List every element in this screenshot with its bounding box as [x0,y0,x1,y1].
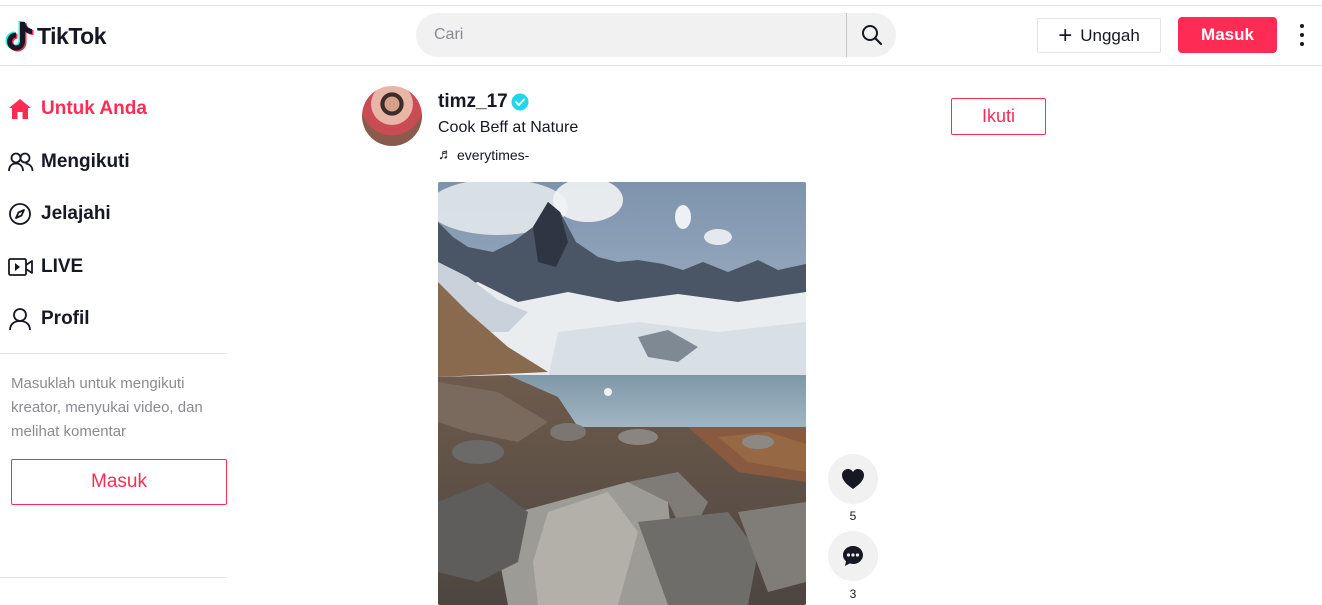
sidebar-item-profile[interactable]: Profil [8,304,90,334]
post-author[interactable]: timz_17 [438,91,529,113]
comment-icon [843,546,863,566]
sidebar-item-label: Profil [41,308,90,329]
verified-badge-icon [511,93,529,111]
like-count: 5 [849,509,857,523]
upload-label: Unggah [1080,25,1140,45]
compass-icon [8,201,34,227]
comment-count: 3 [849,587,857,601]
sidebar-item-label: Untuk Anda [41,98,147,119]
login-prompt-text: Masuklah untuk mengikuti kreator, menyuk… [11,375,203,440]
music-title: everytimes- [457,146,530,163]
avatar[interactable] [362,86,422,146]
comment-button[interactable] [828,531,878,581]
tiktok-logo[interactable]: TikTok [4,18,107,54]
username: timz_17 [438,91,508,112]
logo-text: TikTok [37,22,107,49]
sidebar-item-label: Jelajahi [41,203,111,224]
music-link[interactable]: ♬ everytimes- [438,146,529,163]
like-button[interactable] [828,454,878,504]
search-input[interactable] [432,14,846,56]
music-note-icon: ♬ [438,146,453,163]
profile-icon [8,306,34,332]
video-player[interactable] [438,182,806,605]
video-thumbnail [438,182,806,605]
search-icon [861,25,882,46]
login-button[interactable]: Masuk [1178,17,1277,53]
search-button[interactable] [847,13,896,57]
home-icon [8,96,34,122]
sidebar-item-label: LIVE [41,256,84,277]
top-header: TikTok + Unggah Masuk [0,6,1322,66]
heart-icon [842,469,864,489]
sidebar-item-following[interactable]: Mengikuti [8,147,130,177]
search-bar [416,13,896,57]
live-icon [8,254,34,280]
sidebar-item-label: Mengikuti [41,151,130,172]
sidebar-item-explore[interactable]: Jelajahi [8,199,111,229]
upload-button[interactable]: + Unggah [1037,18,1161,53]
sidebar-login-button[interactable]: Masuk [11,459,227,505]
sidebar-divider [0,353,227,354]
post-caption: Cook Beff at Nature [438,119,579,136]
sidebar-item-for-you[interactable]: Untuk Anda [8,94,147,124]
sidebar-item-live[interactable]: LIVE [8,252,83,282]
plus-icon: + [1058,21,1073,49]
more-options-icon[interactable] [1294,24,1310,46]
sidebar: Untuk Anda Mengikuti Jelajahi LIVE Profi… [0,66,228,605]
tiktok-logo-icon [5,21,34,52]
sidebar-divider [0,577,227,578]
follow-button[interactable]: Ikuti [951,98,1046,135]
following-icon [8,149,34,175]
